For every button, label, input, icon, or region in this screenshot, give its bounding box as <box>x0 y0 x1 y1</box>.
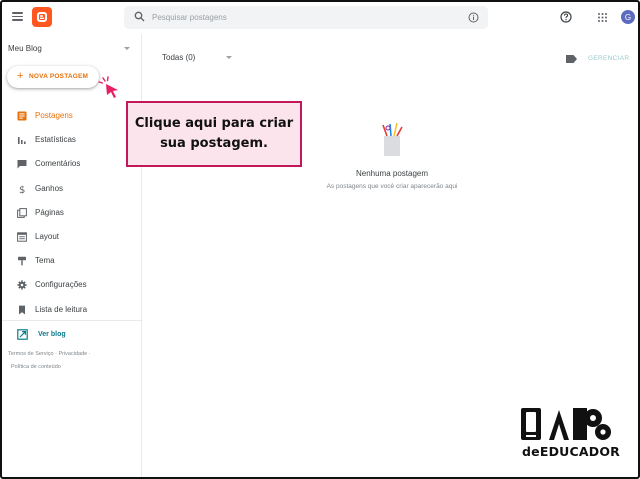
privacy-link[interactable]: Privacidade <box>58 351 87 357</box>
lab-logo-icon <box>521 408 611 440</box>
terms-link[interactable]: Termos de Serviço <box>8 351 54 357</box>
view-blog-label: Ver blog <box>38 331 66 338</box>
screenshot-frame: G Meu Blog + NOVA POSTAGEM Postagens Est… <box>0 0 640 479</box>
footer-links-row1: Termos de Serviço · Privacidade · <box>8 351 91 357</box>
new-post-button[interactable]: + NOVA POSTAGEM <box>7 66 99 88</box>
help-icon[interactable] <box>560 11 572 23</box>
new-post-label: NOVA POSTAGEM <box>29 73 89 80</box>
sidebar-item-reading-list[interactable]: Lista de leitura <box>2 298 141 322</box>
brand-wordmark: deEDUCADOR <box>522 444 620 459</box>
instruction-callout: Clique aqui para criar sua postagem. <box>126 101 302 167</box>
label-icon[interactable] <box>566 55 577 63</box>
sidebar-item-label: Lista de leitura <box>35 304 88 314</box>
comments-icon <box>17 160 27 169</box>
chevron-down-icon <box>226 56 232 59</box>
callout-line-1: Clique aqui para criar <box>134 116 294 131</box>
menu-icon[interactable] <box>12 12 23 21</box>
external-link-icon <box>17 329 28 340</box>
manage-button[interactable]: GERENCIAR <box>588 55 629 62</box>
view-blog-link[interactable]: Ver blog <box>2 324 141 346</box>
sidebar-item-label: Páginas <box>35 207 64 217</box>
sidebar-item-stats[interactable]: Estatísticas <box>2 128 141 152</box>
blog-selector[interactable]: Meu Blog <box>8 44 130 58</box>
footer-links-row2: Política de conteúdo <box>11 364 61 370</box>
sidebar-divider <box>2 320 141 321</box>
chevron-down-icon <box>124 47 130 50</box>
lab-de-educador-logo: deEDUCADOR <box>519 406 620 462</box>
sidebar-item-posts[interactable]: Postagens <box>2 104 141 128</box>
sidebar-item-pages[interactable]: Páginas <box>2 201 141 225</box>
bookmark-icon <box>19 305 25 314</box>
footer-dot: · <box>88 351 91 357</box>
sidebar: Meu Blog + NOVA POSTAGEM Postagens Estat… <box>2 34 142 477</box>
blog-name: Meu Blog <box>8 44 42 53</box>
theme-icon <box>18 256 26 266</box>
sidebar-item-label: Configurações <box>35 280 87 290</box>
empty-state-subtitle: As postagens que você criar aparecerão a… <box>326 183 458 190</box>
gear-icon <box>17 280 27 290</box>
posts-icon <box>17 111 27 121</box>
filter-label: Todas (0) <box>162 53 196 62</box>
posts-filter-dropdown[interactable]: Todas (0) <box>162 53 232 62</box>
sidebar-item-layout[interactable]: Layout <box>2 225 141 249</box>
search-bar[interactable] <box>124 6 488 29</box>
layout-icon <box>17 232 27 242</box>
pencil-cup-icon <box>382 122 403 156</box>
sidebar-item-label: Estatísticas <box>35 135 76 145</box>
search-icon <box>134 11 145 22</box>
sidebar-item-label: Tema <box>35 256 55 266</box>
avatar[interactable]: G <box>621 10 635 24</box>
sidebar-item-label: Layout <box>35 231 60 241</box>
apps-grid-icon[interactable] <box>598 13 607 22</box>
blogger-logo-icon[interactable] <box>32 7 52 27</box>
sidebar-item-label: Postagens <box>35 111 73 120</box>
search-input[interactable] <box>152 9 452 26</box>
plus-icon: + <box>17 70 24 82</box>
info-icon[interactable] <box>468 12 479 23</box>
sidebar-nav: Postagens Estatísticas Comentários $ Gan… <box>2 104 141 322</box>
sidebar-item-earnings[interactable]: $ Ganhos <box>2 177 141 201</box>
callout-line-2: sua postagem. <box>160 136 268 151</box>
content-policy-link[interactable]: Política de conteúdo <box>11 364 61 370</box>
top-app-bar: G <box>2 2 638 34</box>
pointer-cursor-icon <box>98 76 118 98</box>
sidebar-item-comments[interactable]: Comentários <box>2 152 141 176</box>
stats-icon <box>18 137 26 145</box>
sidebar-item-label: Ganhos <box>35 183 64 193</box>
empty-state-title: Nenhuma postagem <box>355 169 429 178</box>
sidebar-item-label: Comentários <box>35 159 81 169</box>
dollar-icon: $ <box>19 185 25 194</box>
sidebar-item-settings[interactable]: Configurações <box>2 273 141 297</box>
sidebar-item-theme[interactable]: Tema <box>2 249 141 273</box>
pages-icon <box>17 207 27 218</box>
svg-text:$: $ <box>19 185 25 194</box>
